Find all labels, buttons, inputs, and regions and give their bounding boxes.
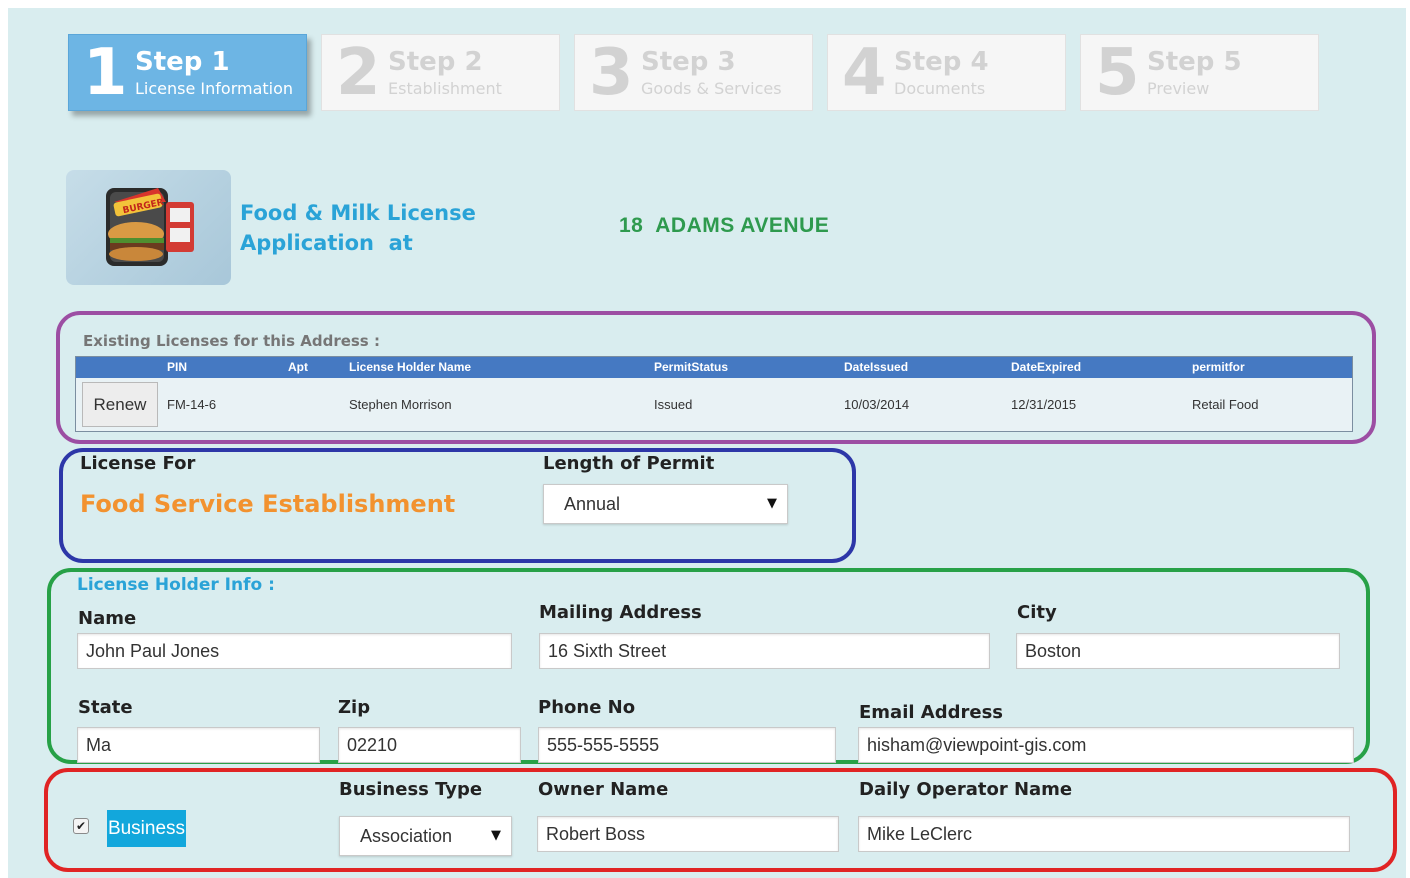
title-line-1: Food & Milk License bbox=[240, 201, 476, 225]
wizard-step-4[interactable]: 4 Step 4 Documents bbox=[827, 34, 1066, 111]
column-header-apt: Apt bbox=[288, 360, 308, 374]
burger-stand-icon: BURGER bbox=[106, 188, 194, 266]
state-input[interactable]: Ma bbox=[77, 727, 320, 763]
column-header-issued: DateIssued bbox=[844, 360, 909, 374]
holder-section-title: License Holder Info : bbox=[77, 575, 275, 595]
mailing-address-input[interactable]: 16 Sixth Street bbox=[539, 633, 990, 669]
step-number: 1 bbox=[83, 36, 128, 110]
zip-input[interactable]: 02210 bbox=[338, 727, 521, 763]
step-title: Step 1 bbox=[135, 47, 230, 77]
dropdown-arrow-icon: ▼ bbox=[767, 496, 777, 511]
phone-label: Phone No bbox=[538, 697, 636, 718]
column-header-holder: License Holder Name bbox=[349, 360, 472, 374]
wizard-step-1[interactable]: 1 Step 1 License Information bbox=[68, 34, 307, 111]
wizard-step-2[interactable]: 2 Step 2 Establishment bbox=[321, 34, 560, 111]
existing-licenses-table: PIN Apt License Holder Name PermitStatus… bbox=[75, 356, 1353, 432]
site-address: 18 ADAMS AVENUE bbox=[619, 214, 830, 237]
mailing-address-label: Mailing Address bbox=[539, 602, 702, 623]
step-subtitle: Establishment bbox=[388, 79, 502, 98]
step-title: Step 4 bbox=[894, 47, 989, 77]
business-type-value: Association bbox=[360, 826, 453, 846]
step-number: 2 bbox=[336, 36, 381, 110]
step-subtitle: Goods & Services bbox=[641, 79, 782, 98]
column-header-permitfor: permitfor bbox=[1192, 360, 1245, 374]
dropdown-arrow-icon: ▼ bbox=[491, 828, 501, 843]
step-subtitle: Documents bbox=[894, 79, 986, 98]
owner-name-input[interactable]: Robert Boss bbox=[537, 816, 839, 852]
title-line-2: Application at bbox=[240, 231, 413, 255]
step-number: 5 bbox=[1095, 36, 1140, 110]
business-type-label: Business Type bbox=[339, 779, 483, 800]
cell-status: Issued bbox=[654, 397, 693, 412]
step-subtitle: Preview bbox=[1147, 79, 1210, 98]
step-number: 4 bbox=[842, 36, 887, 110]
wizard-step-3[interactable]: 3 Step 3 Goods & Services bbox=[574, 34, 813, 111]
step-title: Step 5 bbox=[1147, 47, 1242, 77]
city-input[interactable]: Boston bbox=[1016, 633, 1340, 669]
name-label: Name bbox=[78, 608, 137, 629]
column-header-status: PermitStatus bbox=[654, 360, 729, 374]
business-checkbox[interactable]: ✔ bbox=[73, 818, 89, 834]
permit-length-select[interactable]: Annual ▼ bbox=[543, 484, 788, 524]
cell-permitfor: Retail Food bbox=[1192, 397, 1259, 412]
operator-name-input[interactable]: Mike LeClerc bbox=[858, 816, 1350, 852]
column-header-pin: PIN bbox=[167, 360, 188, 374]
step-title: Step 2 bbox=[388, 47, 483, 77]
business-tag[interactable]: Business bbox=[107, 810, 186, 847]
existing-licenses-label: Existing Licenses for this Address : bbox=[83, 332, 380, 350]
owner-name-label: Owner Name bbox=[538, 779, 669, 800]
cell-pin: FM-14-6 bbox=[167, 397, 217, 412]
email-label: Email Address bbox=[859, 702, 1004, 723]
cell-issued: 10/03/2014 bbox=[844, 397, 910, 412]
state-label: State bbox=[78, 697, 133, 718]
application-title: Food & Milk License Application at bbox=[240, 198, 476, 258]
zip-label: Zip bbox=[338, 697, 371, 718]
step-subtitle: License Information bbox=[135, 79, 294, 98]
business-type-select[interactable]: Association ▼ bbox=[339, 816, 512, 856]
renew-button[interactable]: Renew bbox=[82, 382, 158, 427]
permit-length-value: Annual bbox=[564, 494, 621, 514]
license-for-value: Food Service Establishment bbox=[80, 490, 456, 518]
city-label: City bbox=[1017, 602, 1057, 623]
step-number: 3 bbox=[589, 36, 634, 110]
license-for-label: License For bbox=[80, 453, 196, 474]
name-input[interactable]: John Paul Jones bbox=[77, 633, 512, 669]
wizard-step-5[interactable]: 5 Step 5 Preview bbox=[1080, 34, 1319, 111]
table-header: PIN Apt License Holder Name PermitStatus… bbox=[76, 357, 1352, 378]
phone-input[interactable]: 555-555-5555 bbox=[538, 727, 836, 763]
cell-holder: Stephen Morrison bbox=[349, 397, 452, 412]
column-header-expired: DateExpired bbox=[1011, 360, 1082, 374]
email-input[interactable]: hisham@viewpoint-gis.com bbox=[858, 727, 1354, 763]
permit-length-label: Length of Permit bbox=[543, 453, 715, 474]
operator-name-label: Daily Operator Name bbox=[859, 779, 1073, 800]
cell-expired: 12/31/2015 bbox=[1011, 397, 1077, 412]
step-title: Step 3 bbox=[641, 47, 736, 77]
